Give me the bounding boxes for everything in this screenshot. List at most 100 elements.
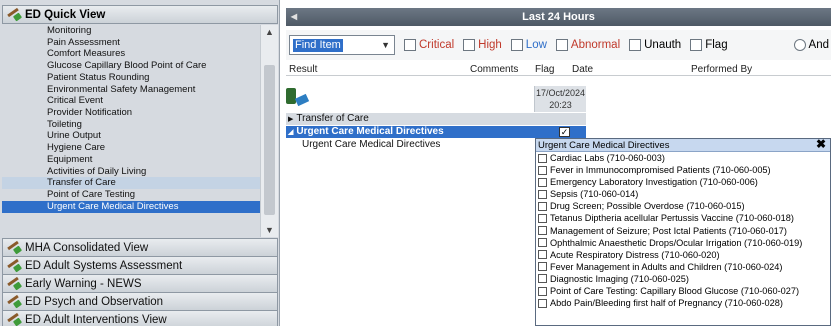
list-item[interactable]: Patient Status Rounding bbox=[2, 72, 260, 84]
list-item[interactable]: Equipment bbox=[2, 154, 260, 166]
and-radio[interactable] bbox=[793, 39, 806, 51]
band-ed-psych-and-observation[interactable]: ED Psych and Observation bbox=[2, 292, 278, 311]
list-item[interactable]: Comfort Measures bbox=[2, 48, 260, 60]
directive-option[interactable]: Diagnostic Imaging (710-060-025) bbox=[536, 273, 830, 285]
flowsheet-title: Last 24 Hours bbox=[522, 11, 595, 23]
band-label: Early Warning - NEWS bbox=[25, 277, 142, 290]
syringe-icon bbox=[6, 313, 23, 326]
list-item[interactable]: Activities of Daily Living bbox=[2, 166, 260, 178]
option-checkbox[interactable] bbox=[538, 165, 547, 175]
item-label: Urgent Care Medical Directives bbox=[302, 139, 441, 150]
option-checkbox[interactable] bbox=[538, 189, 547, 199]
directive-option[interactable]: Management of Seizure; Post Ictal Patien… bbox=[536, 225, 830, 237]
option-label: Sepsis (710-060-014) bbox=[550, 189, 639, 200]
option-label: Abdo Pain/Bleeding first half of Pregnan… bbox=[550, 298, 783, 309]
option-checkbox[interactable] bbox=[538, 250, 547, 260]
list-item[interactable]: Toileting bbox=[2, 119, 260, 131]
band-ed-quick-view[interactable]: ED Quick View bbox=[2, 5, 278, 24]
directive-option[interactable]: Acute Respiratory Distress (710-060-020) bbox=[536, 249, 830, 261]
directive-option[interactable]: Drug Screen; Possible Overdose (710-060-… bbox=[536, 200, 830, 212]
list-item[interactable]: Monitoring bbox=[2, 25, 260, 37]
list-item[interactable]: Point of Care Testing bbox=[2, 189, 260, 201]
option-checkbox[interactable] bbox=[538, 286, 547, 296]
syringe-icon bbox=[6, 241, 23, 255]
and-label: And bbox=[808, 39, 829, 51]
date-column-header[interactable]: 17/Oct/2024 20:23 bbox=[534, 86, 586, 112]
band-label: ED Adult Interventions View bbox=[25, 313, 167, 326]
list-item[interactable]: Hygiene Care bbox=[2, 142, 260, 154]
list-item[interactable]: Transfer of Care bbox=[2, 177, 260, 190]
option-checkbox[interactable] bbox=[538, 262, 547, 272]
section-row-urgent-care[interactable]: ◢ Urgent Care Medical Directives bbox=[286, 126, 586, 138]
directive-option[interactable]: Abdo Pain/Bleeding first half of Pregnan… bbox=[536, 297, 830, 309]
section-label: Transfer of Care bbox=[296, 113, 369, 124]
option-label: Diagnostic Imaging (710-060-025) bbox=[550, 273, 689, 284]
col-date[interactable]: Date bbox=[572, 64, 593, 75]
col-result[interactable]: Result bbox=[289, 64, 317, 75]
close-icon[interactable]: ✖ bbox=[816, 138, 826, 151]
item-row-urgent-care[interactable]: Urgent Care Medical Directives bbox=[286, 139, 538, 151]
find-item-value: Find Item bbox=[293, 38, 343, 52]
option-checkbox[interactable] bbox=[538, 226, 547, 236]
scroll-up-icon[interactable]: ▲ bbox=[261, 25, 278, 39]
low-label: Low bbox=[525, 39, 547, 51]
band-mha-consolidated-view[interactable]: MHA Consolidated View bbox=[2, 238, 278, 257]
option-checkbox[interactable] bbox=[538, 298, 547, 308]
list-scrollbar[interactable]: ▲ ▼ bbox=[260, 25, 278, 237]
directive-option[interactable]: Fever in Immunocompromised Patients (710… bbox=[536, 164, 830, 176]
scroll-down-icon[interactable]: ▼ bbox=[261, 223, 278, 237]
find-item-dropdown[interactable]: Find Item ▼ bbox=[289, 35, 395, 55]
list-item[interactable]: Pain Assessment bbox=[2, 37, 260, 49]
band-ed-adult-interventions-view[interactable]: ED Adult Interventions View bbox=[2, 310, 278, 326]
scroll-thumb[interactable] bbox=[264, 65, 275, 215]
syringe-icon bbox=[6, 259, 23, 273]
list-item[interactable]: Critical Event bbox=[2, 95, 260, 107]
directive-option[interactable]: Sepsis (710-060-014) bbox=[536, 188, 830, 200]
quick-view-list: Monitoring Pain Assessment Comfort Measu… bbox=[2, 25, 260, 237]
option-checkbox[interactable] bbox=[538, 201, 547, 211]
directive-option[interactable]: Ophthalmic Anaesthetic Drops/Ocular Irri… bbox=[536, 237, 830, 249]
chevron-down-icon[interactable]: ▼ bbox=[381, 40, 390, 50]
collapse-arrow-icon[interactable]: ◀ bbox=[289, 11, 299, 23]
popup-header: Urgent Care Medical Directives ✖ bbox=[536, 138, 830, 152]
option-label: Point of Care Testing: Capillary Blood G… bbox=[550, 286, 800, 297]
band-label: ED Psych and Observation bbox=[25, 295, 164, 308]
abnormal-checkbox[interactable] bbox=[555, 39, 568, 51]
section-row-transfer-of-care[interactable]: ▶ Transfer of Care bbox=[286, 113, 586, 125]
filter-toolbar: Find Item ▼ Critical High Low Abnormal U… bbox=[286, 30, 831, 60]
flag-label: Flag bbox=[705, 39, 728, 51]
directive-option[interactable]: Tetanus Diptheria acellular Pertussis Va… bbox=[536, 212, 830, 224]
band-ed-adult-systems-assessment[interactable]: ED Adult Systems Assessment bbox=[2, 256, 278, 275]
directive-option[interactable]: Point of Care Testing: Capillary Blood G… bbox=[536, 285, 830, 297]
col-comments[interactable]: Comments bbox=[470, 64, 518, 75]
left-navigator-panel: ED Quick View Monitoring Pain Assessment… bbox=[0, 0, 280, 326]
unauth-checkbox[interactable] bbox=[629, 39, 642, 51]
directive-option[interactable]: Cardiac Labs (710-060-003) bbox=[536, 152, 830, 164]
unauth-label: Unauth bbox=[644, 39, 682, 51]
band-label: ED Quick View bbox=[25, 8, 106, 21]
high-checkbox[interactable] bbox=[463, 39, 476, 51]
directive-option[interactable]: Fever Management in Adults and Children … bbox=[536, 261, 830, 273]
list-item[interactable]: Glucose Capillary Blood Point of Care bbox=[2, 60, 260, 72]
col-performed-by[interactable]: Performed By bbox=[691, 64, 752, 75]
collapse-triangle-icon[interactable]: ◢ bbox=[288, 129, 293, 136]
directive-option[interactable]: Emergency Laboratory Investigation (710-… bbox=[536, 176, 830, 188]
option-checkbox[interactable] bbox=[538, 214, 547, 224]
col-flag[interactable]: Flag bbox=[535, 64, 554, 75]
option-checkbox[interactable] bbox=[538, 153, 547, 163]
checked-cell-icon[interactable]: ✓ bbox=[559, 127, 570, 137]
flag-checkbox[interactable] bbox=[690, 39, 703, 51]
list-item[interactable]: Provider Notification bbox=[2, 107, 260, 119]
list-item[interactable]: Urine Output bbox=[2, 130, 260, 142]
option-checkbox[interactable] bbox=[538, 177, 547, 187]
band-early-warning-news[interactable]: Early Warning - NEWS bbox=[2, 274, 278, 293]
critical-checkbox[interactable] bbox=[404, 39, 416, 51]
option-label: Emergency Laboratory Investigation (710-… bbox=[550, 177, 758, 188]
syringe-icon bbox=[6, 8, 23, 22]
list-item[interactable]: Environmental Safety Management bbox=[2, 84, 260, 96]
low-checkbox[interactable] bbox=[510, 39, 523, 51]
option-checkbox[interactable] bbox=[538, 274, 547, 284]
option-checkbox[interactable] bbox=[538, 238, 547, 248]
expand-triangle-icon[interactable]: ▶ bbox=[288, 116, 293, 123]
list-item-selected[interactable]: Urgent Care Medical Directives bbox=[2, 200, 260, 213]
